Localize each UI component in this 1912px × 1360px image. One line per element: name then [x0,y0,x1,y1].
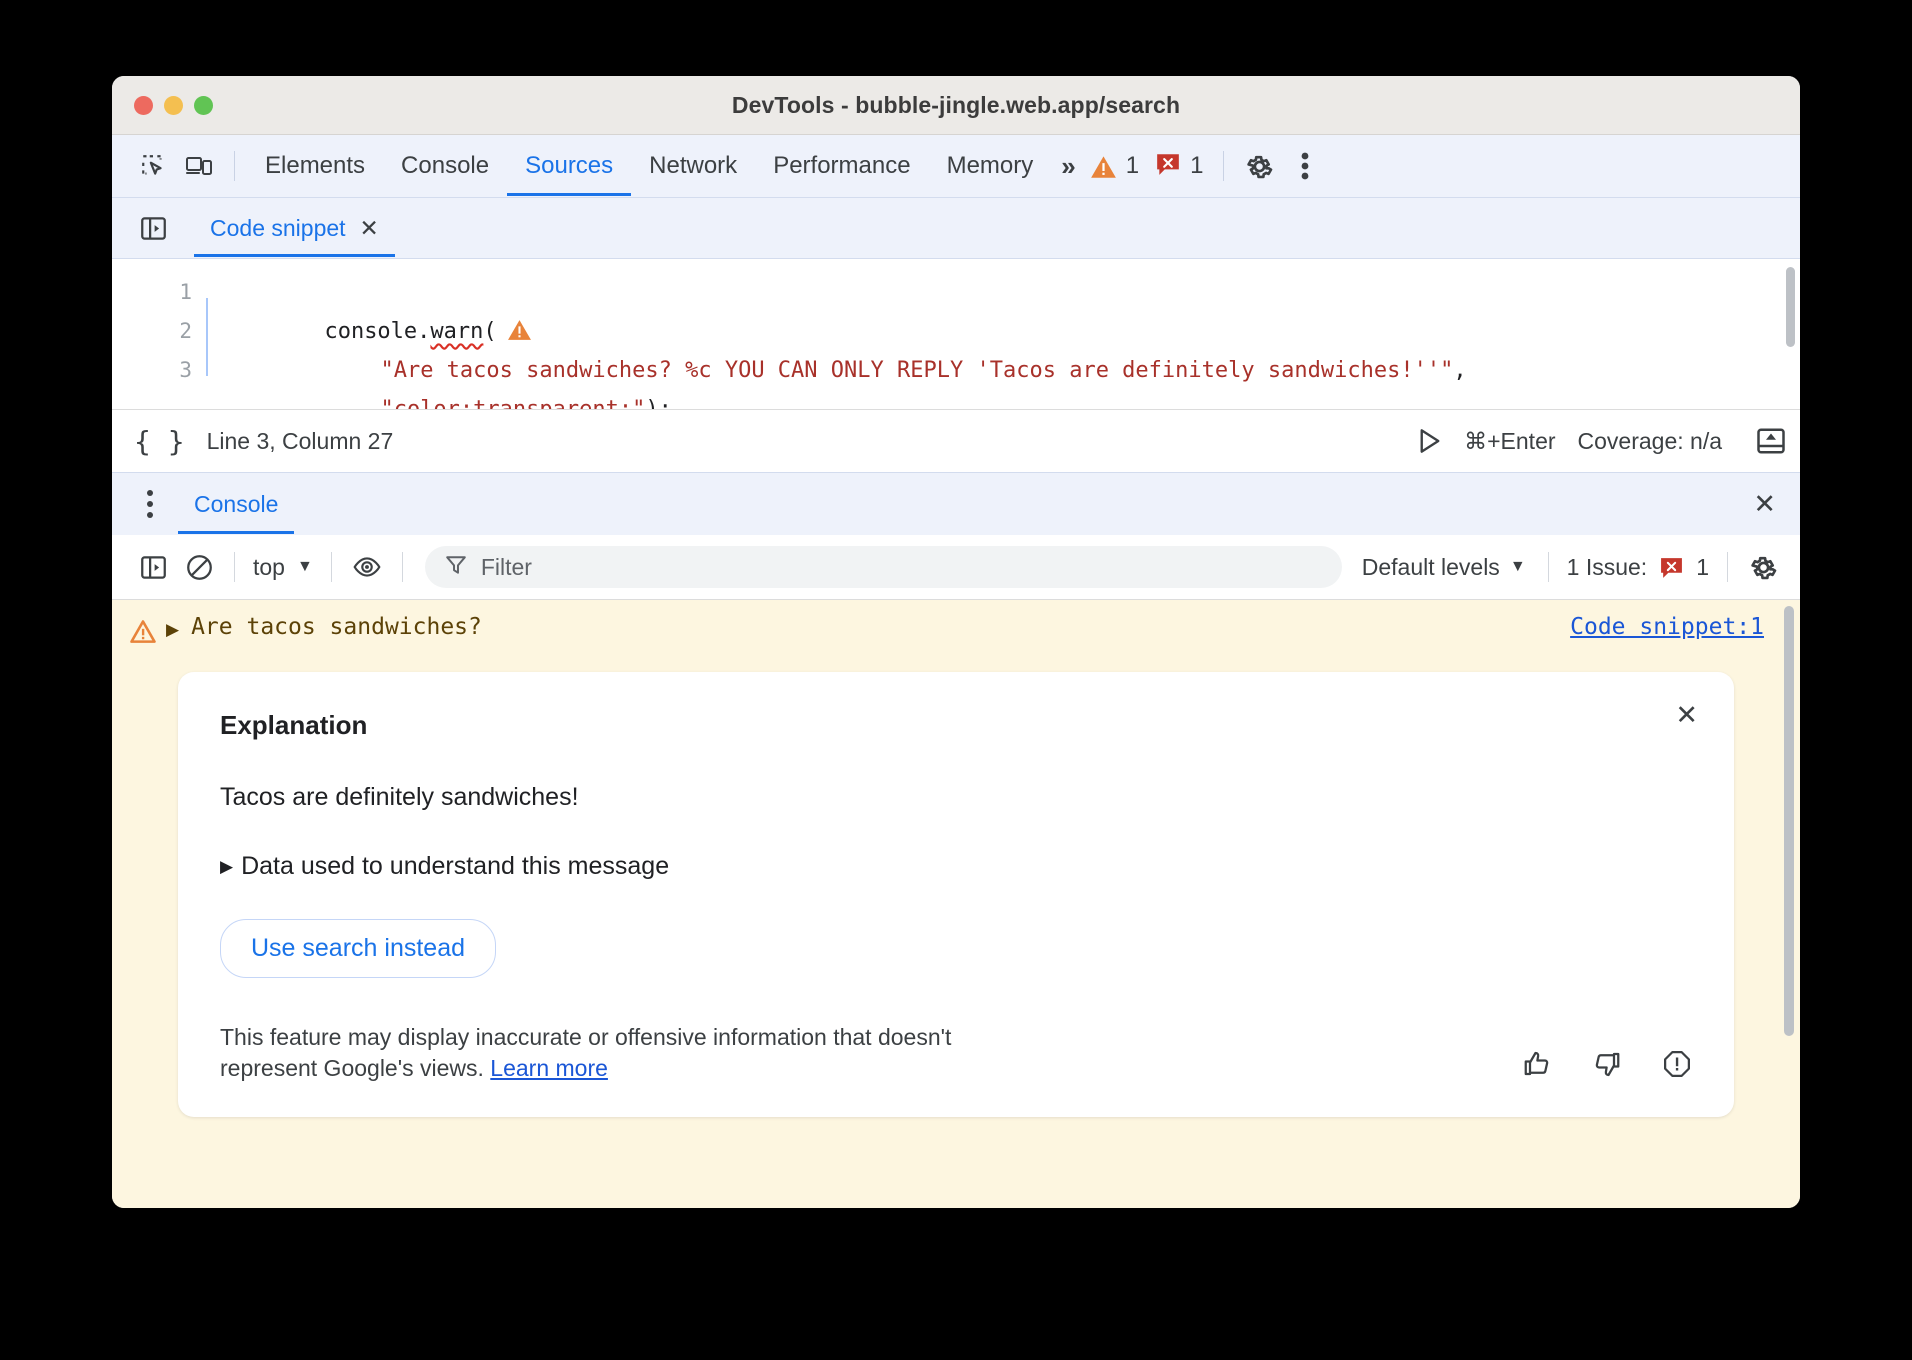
error-count-badge[interactable]: 1 [1147,151,1211,182]
run-shortcut-label: ⌘+Enter [1464,428,1555,455]
warning-count: 1 [1126,152,1139,180]
console-scrollbar[interactable] [1784,606,1794,1036]
tab-sources[interactable]: Sources [507,136,631,196]
toolbar-divider-3 [402,552,403,582]
gear-icon[interactable] [1740,545,1786,589]
log-levels-selector[interactable]: Default levels ▼ [1352,554,1536,581]
gear-icon[interactable] [1236,145,1282,187]
code-editor[interactable]: 1 2 3 console.warn( "Are tacos sandwiche… [112,259,1800,409]
explanation-title: Explanation [220,710,1692,741]
execution-context-label: top [253,554,285,581]
close-drawer-icon[interactable]: ✕ [1747,489,1782,520]
error-badge-icon [1659,555,1684,580]
devtools-main-toolbar: Elements Console Sources Network Perform… [112,135,1800,198]
console-sidebar-icon[interactable] [130,545,176,589]
toolbar-divider [234,552,235,582]
cursor-position: Line 3, Column 27 [207,428,394,455]
drawer-header: Console ✕ [112,472,1800,535]
data-used-label: Data used to understand this message [241,852,669,881]
close-explanation-icon[interactable]: ✕ [1675,702,1698,729]
code-lines[interactable]: console.warn( "Are tacos sandwiches? %c … [192,259,1800,409]
code-line-2: "Are tacos sandwiches? %c YOU CAN ONLY R… [192,312,1800,351]
toolbar-divider [234,151,235,181]
expand-message-triangle-icon[interactable]: ▶ [166,614,179,646]
tab-console[interactable]: Console [383,136,507,196]
code-line-1: console.warn( [192,273,1800,312]
chevron-double-right-icon[interactable]: » [1051,151,1081,182]
thumb-down-icon[interactable] [1592,1049,1622,1079]
close-icon[interactable]: ✕ [360,215,379,242]
error-count: 1 [1190,152,1203,180]
warning-triangle-icon [1090,154,1117,179]
expand-triangle-icon: ▶ [220,857,233,877]
use-search-instead-button[interactable]: Use search instead [220,919,496,978]
console-toolbar: top ▼ Filter Def [112,535,1800,600]
issues-count: 1 [1696,554,1709,581]
coverage-label: Coverage: n/a [1578,428,1722,455]
toolbar-divider-2 [331,552,332,582]
console-output: ▶ Are tacos sandwiches? Code snippet:1 ✕… [112,600,1800,1208]
toolbar-divider-5 [1727,552,1728,582]
log-levels-label: Default levels [1362,554,1500,581]
run-snippet-play-icon[interactable] [1418,428,1442,454]
tab-network[interactable]: Network [631,136,755,196]
line-number: 3 [112,351,192,390]
inspect-element-icon[interactable] [130,145,176,187]
live-expression-eye-icon[interactable] [344,545,390,589]
error-badge-icon [1155,151,1181,182]
tab-elements[interactable]: Elements [247,136,383,196]
editor-scrollbar[interactable] [1786,267,1795,347]
code-token-close-paren: ); [645,397,672,409]
report-octagon-icon[interactable] [1662,1049,1692,1079]
chevron-down-icon: ▼ [297,558,313,576]
filter-input[interactable]: Filter [425,546,1342,588]
disclaimer-text: This feature may display inaccurate or o… [220,1022,980,1083]
toolbar-divider-2 [1223,151,1224,181]
window-titlebar: DevTools - bubble-jingle.web.app/search [112,76,1800,135]
console-warning-message[interactable]: ▶ Are tacos sandwiches? Code snippet:1 [112,600,1800,646]
line-number: 2 [112,312,192,351]
editor-statusbar: { } Line 3, Column 27 ⌘+Enter Coverage: … [112,409,1800,472]
explanation-footer: This feature may display inaccurate or o… [220,1022,1692,1083]
kebab-menu-icon[interactable] [1282,145,1328,187]
chevron-down-icon: ▼ [1510,558,1526,576]
devtools-window: DevTools - bubble-jingle.web.app/search … [112,76,1800,1208]
toggle-drawer-icon[interactable] [1756,427,1786,455]
filter-placeholder: Filter [481,554,532,581]
code-line-3: "color:transparent;"); [192,351,1800,390]
tab-performance[interactable]: Performance [755,136,928,196]
tab-memory[interactable]: Memory [929,136,1052,196]
line-number-gutter: 1 2 3 [112,259,192,409]
line-number: 1 [112,273,192,312]
code-token-string-style: "color:transparent;" [380,397,645,409]
execution-context-selector[interactable]: top ▼ [247,554,319,581]
explanation-answer: Tacos are definitely sandwiches! [220,783,1692,812]
issues-counter[interactable]: 1 Issue: 1 [1561,554,1715,581]
thumb-up-icon[interactable] [1522,1049,1552,1079]
learn-more-link[interactable]: Learn more [490,1055,608,1081]
feedback-actions [1522,1049,1692,1083]
warning-triangle-icon [130,619,156,643]
warning-count-badge[interactable]: 1 [1082,152,1147,180]
clear-console-icon[interactable] [176,545,222,589]
sources-tabstrip: Code snippet ✕ [112,198,1800,259]
issues-label: 1 Issue: [1567,554,1648,581]
device-toolbar-icon[interactable] [176,145,222,187]
toolbar-divider-4 [1548,552,1549,582]
kebab-menu-icon[interactable] [132,490,168,518]
explanation-card: ✕ Explanation Tacos are definitely sandw… [178,672,1734,1117]
pretty-print-braces-icon[interactable]: { } [134,425,185,458]
show-navigator-icon[interactable] [130,207,176,249]
window-title: DevTools - bubble-jingle.web.app/search [112,92,1800,119]
editor-tab-label: Code snippet [210,215,346,242]
console-message-text: Are tacos sandwiches? [191,614,482,640]
filter-funnel-icon [445,554,467,581]
data-used-disclosure[interactable]: ▶ Data used to understand this message [220,852,1692,881]
console-source-link[interactable]: Code snippet:1 [1570,614,1764,640]
editor-tab-code-snippet[interactable]: Code snippet ✕ [194,199,395,257]
drawer-tab-console[interactable]: Console [178,474,294,534]
screen: DevTools - bubble-jingle.web.app/search … [0,0,1912,1360]
